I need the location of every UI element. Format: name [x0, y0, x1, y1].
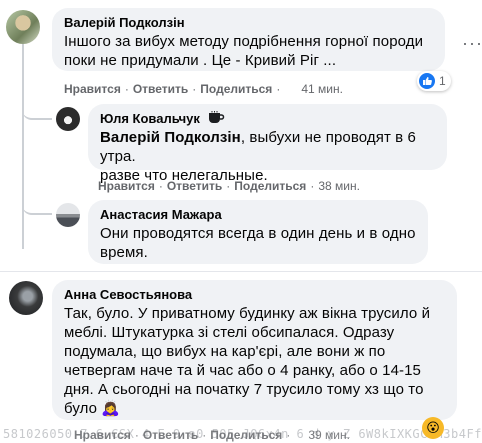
reaction-count: 1: [439, 74, 446, 88]
like-reaction-icon: [419, 73, 435, 89]
comment-text-line: Іншого за вибух методу подрібнення горно…: [64, 33, 424, 50]
like-button[interactable]: Нравится: [98, 178, 155, 194]
avatar[interactable]: [6, 10, 40, 44]
share-button[interactable]: Поделиться: [210, 427, 282, 443]
comment-time[interactable]: 41 мин.: [301, 81, 343, 97]
reply-button[interactable]: Ответить: [143, 427, 198, 443]
reaction-emoji-icon[interactable]: 😮: [422, 417, 444, 439]
thread-connector: [22, 195, 52, 215]
reaction-badge[interactable]: 1: [417, 71, 451, 91]
thread-connector: [22, 100, 52, 120]
comment-bubble: Юля Ковальчук Валерій Подколзін, выбухи …: [88, 104, 447, 184]
comment-actions: Нравится · Ответить · Поделиться · 41 мин.: [64, 81, 343, 97]
divider: [0, 271, 482, 272]
comment-text-line: время.: [100, 244, 148, 261]
comment-text-line: подумала, що вибух на кар'єрі, але вони …: [64, 343, 386, 360]
comment-text-line: поки не придумали . Це - Кривий Ріг ...: [64, 52, 337, 69]
comment-author[interactable]: Анастасия Мажара: [100, 206, 222, 223]
comment-bubble: Валерій Подколзін Іншого за вибух методу…: [52, 8, 445, 71]
reply-button[interactable]: Ответить: [133, 81, 188, 97]
comment-text-line: Так, було. У приватному будинку аж вікна…: [64, 305, 431, 322]
comment-text-line: Валерій Подколзін, выбухи не проводят в …: [100, 129, 416, 165]
reply-button[interactable]: Ответить: [167, 178, 222, 194]
like-button[interactable]: Нравится: [64, 81, 121, 97]
comment-author[interactable]: Анна Севостьянова: [64, 286, 192, 303]
comment-bubble: Анна Севостьянова Так, було. У приватном…: [52, 280, 457, 420]
like-button[interactable]: Нравится: [74, 427, 131, 443]
emoji-bowing-woman: 🙇‍♀️: [101, 400, 121, 417]
avatar[interactable]: [56, 203, 80, 227]
share-button[interactable]: Поделиться: [234, 178, 306, 194]
avatar[interactable]: [9, 281, 43, 315]
comment-author[interactable]: Юля Ковальчук: [100, 110, 200, 127]
comment-bubble: Анастасия Мажара Они проводятся всегда в…: [88, 200, 428, 264]
comment-text-line: дня. А сьогодні на початку 7 трусило том…: [64, 381, 424, 398]
comment-actions: Нравится · Ответить · Поделиться · 38 мин.: [98, 178, 360, 194]
more-options-icon[interactable]: ···: [462, 34, 482, 52]
comment-time[interactable]: 38 мин.: [318, 178, 360, 194]
comment-text-line: четвергам наче та й час або о 4 ранку, а…: [64, 362, 421, 379]
comment-actions: Нравится · Ответить · Поделиться · 39 мин.: [74, 427, 350, 443]
mention-link[interactable]: Валерій Подколзін: [100, 129, 241, 146]
comment-text-line: меблі. Штукатурка зі стелі обсипалася. О…: [64, 324, 395, 341]
comment-time[interactable]: 39 мин.: [308, 427, 350, 443]
comment-author[interactable]: Валерій Подколзін: [64, 14, 185, 31]
thread-line: [22, 42, 24, 249]
share-button[interactable]: Поделиться: [200, 81, 272, 97]
comment-text-line: Они проводятся всегда в один день и в од…: [100, 225, 416, 242]
coffee-cup-icon: [207, 111, 225, 125]
comment-text-line: було 🙇‍♀️: [64, 400, 121, 417]
avatar[interactable]: [56, 107, 80, 131]
